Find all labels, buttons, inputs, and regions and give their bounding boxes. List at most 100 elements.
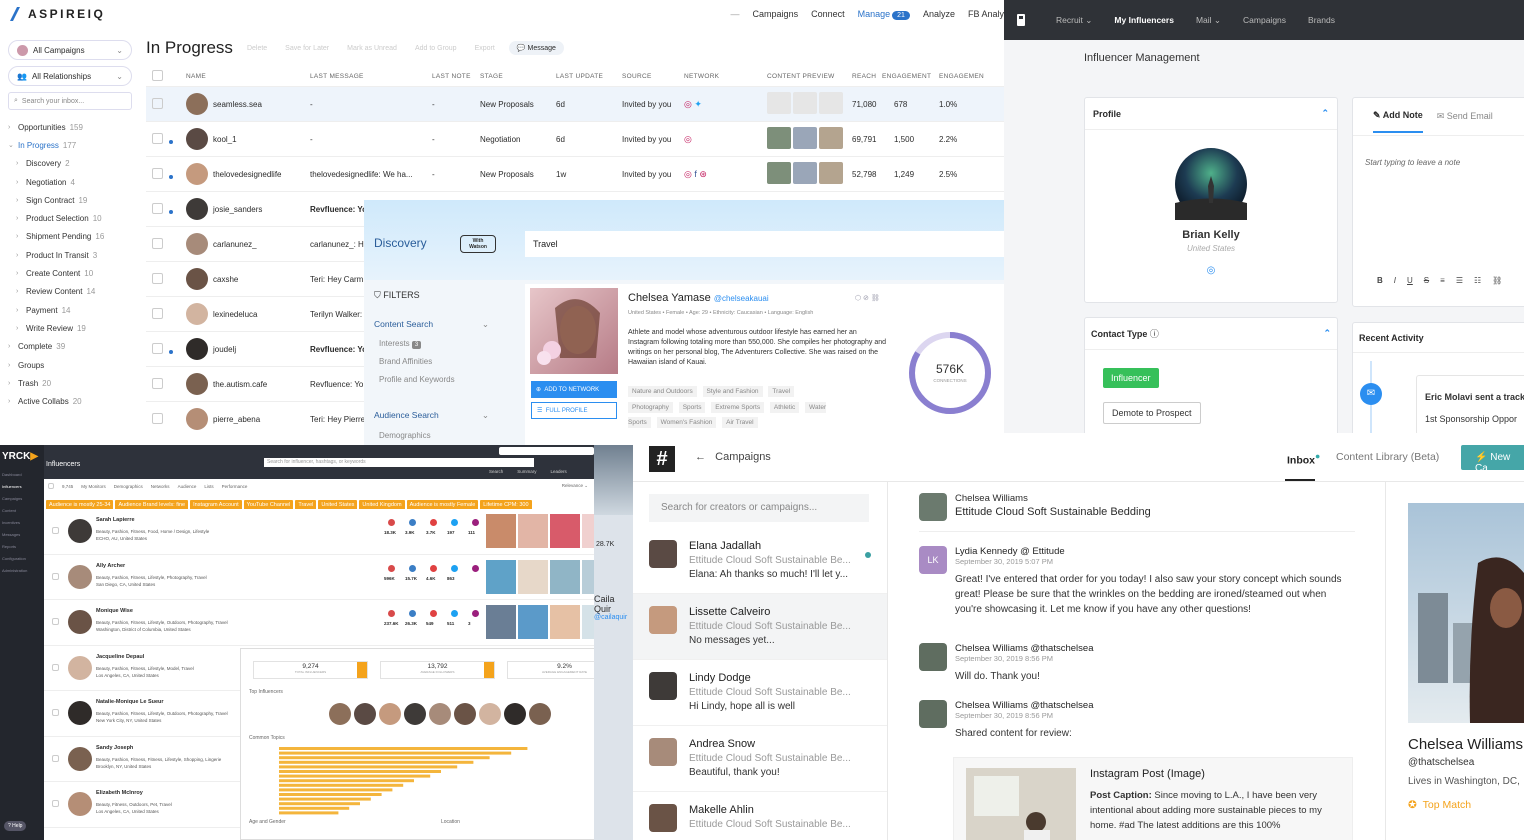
sidebar-item[interactable]: Messages [0, 532, 44, 544]
column-header[interactable]: LAST UPDATE [556, 73, 622, 80]
row-checkbox[interactable] [52, 572, 59, 580]
toolbar-action[interactable]: Export [475, 45, 495, 52]
column-header[interactable]: LAST NOTE [432, 73, 480, 80]
row-checkbox[interactable] [52, 709, 59, 716]
sidebar-item[interactable]: Reports [0, 544, 44, 556]
content-thumbnail[interactable] [550, 559, 580, 594]
tab-send-email[interactable]: ✉ Send Email [1437, 111, 1493, 122]
sidebar-item[interactable]: Administration [0, 568, 44, 580]
sidebar-item[interactable]: › Complete 39 [0, 338, 140, 356]
name-cell[interactable]: seamless.sea [186, 93, 310, 115]
activity-item[interactable]: Eric Molavi sent a track 1st Sponsorship … [1416, 375, 1524, 433]
network-icon[interactable] [472, 564, 479, 572]
network-icon[interactable] [388, 564, 395, 572]
view-tab[interactable]: Leaders [551, 469, 567, 474]
sidebar-item[interactable]: › Sign Contract 19 [0, 191, 140, 209]
interest-tag[interactable]: Athletic [769, 401, 800, 413]
relationship-dropdown[interactable]: 👥 All Relationships ⌄ [8, 66, 132, 86]
menu-networks[interactable]: Networks [151, 484, 170, 489]
row-checkbox[interactable] [152, 272, 163, 284]
add-to-network-button[interactable]: ⊕ ADD TO NETWORK [531, 381, 617, 398]
nav-analyze[interactable]: Analyze [923, 9, 955, 19]
preview-thumbnail[interactable] [767, 162, 791, 184]
row-checkbox[interactable] [152, 412, 163, 424]
aspireiq-logo[interactable]: ASPIREIQ [8, 6, 105, 22]
toolbar-action[interactable]: Add to Group [415, 45, 457, 52]
table-row[interactable]: seamless.sea - - New Proposals 6d Invited by … [146, 86, 1004, 121]
influencer-name[interactable]: Chelsea Yamase [628, 292, 711, 304]
relevance-sort[interactable]: Relevance ⌄ [562, 483, 588, 489]
sidebar-item[interactable]: › Active Collabs 20 [0, 392, 140, 410]
conversation-item[interactable]: Elana Jadallah Ettitude Cloud Soft Sustai… [633, 528, 887, 594]
toolbar-action[interactable]: Mark as Unread [347, 45, 397, 52]
influencer-result-card[interactable]: ⊕ ADD TO NETWORK ☰ FULL PROFILE Chelsea … [525, 284, 1004, 445]
interest-tag[interactable]: Sports [678, 401, 706, 413]
preview-thumbnail[interactable] [819, 92, 843, 114]
view-tab[interactable]: Summary [517, 469, 536, 474]
row-checkbox[interactable] [152, 167, 163, 179]
sidebar-item[interactable]: Configuration [0, 556, 44, 568]
bold-icon[interactable]: B [1377, 276, 1383, 285]
conversation-item[interactable]: Makelle Ahlin Ettitude Cloud Soft Sustain… [633, 792, 887, 840]
top-influencer-avatar[interactable] [379, 703, 401, 725]
sidebar-item[interactable]: › Payment 14 [0, 301, 140, 319]
influencer-name[interactable]: Sarah Lapierre [96, 517, 135, 523]
note-textarea[interactable]: Start typing to leave a note [1353, 136, 1524, 189]
sidebar-item[interactable]: › Negotiation 4 [0, 173, 140, 191]
sidebar-item[interactable]: Influencers [0, 484, 44, 496]
interest-tag[interactable]: Extreme Sports [711, 401, 765, 413]
table-row[interactable]: kool_1 - - Negotiation 6d Invited by you ◎ 69,7… [146, 121, 1004, 156]
name-cell[interactable]: the.autism.cafe [186, 373, 310, 395]
global-search[interactable] [499, 447, 594, 455]
preview-thumbnail[interactable] [793, 162, 817, 184]
campaign-dropdown[interactable]: All Campaigns ⌄ [8, 40, 132, 60]
network-icon[interactable] [451, 610, 458, 617]
strikethrough-icon[interactable]: S [1424, 276, 1429, 285]
sidebar-item[interactable]: Campaigns [0, 496, 44, 508]
message-button[interactable]: 💬 Message [508, 41, 564, 55]
preview-thumbnail[interactable] [819, 127, 843, 149]
influencer-row[interactable]: Ally Archer Beauty, Fashion, Fitness, Lif… [44, 554, 612, 600]
view-tab[interactable]: Search [489, 469, 503, 474]
menu-demographics[interactable]: Demographics [114, 484, 143, 489]
tab-inbox[interactable]: Inbox● [1287, 451, 1320, 467]
row-checkbox[interactable] [152, 377, 163, 389]
nav-brands[interactable]: Brands [1308, 15, 1335, 25]
network-icon[interactable] [409, 519, 416, 526]
preview-thumbnail[interactable] [767, 127, 791, 149]
top-influencer-avatar[interactable] [504, 703, 526, 725]
row-checkbox[interactable] [152, 237, 163, 249]
column-header[interactable]: ENGAGEMENT [882, 73, 939, 80]
row-checkbox[interactable] [52, 663, 59, 671]
preview-thumbnail[interactable] [767, 92, 791, 114]
content-thumbnail[interactable] [518, 605, 548, 639]
network-icon[interactable] [388, 519, 395, 526]
shared-content-card[interactable]: Instagram Post (Image) Post Caption: Sin… [953, 757, 1353, 840]
nav-connect[interactable]: Connect [811, 9, 845, 19]
content-search-toggle[interactable]: Content Search ⌄ [374, 319, 489, 330]
top-influencer-avatar[interactable] [454, 703, 476, 725]
action-icons[interactable]: ⬡ ⊘ ⛓ [855, 294, 880, 302]
tab-content-library[interactable]: Content Library (Beta) [1336, 451, 1439, 463]
filter-demographics[interactable]: Demographics [379, 431, 489, 440]
content-thumbnail[interactable] [518, 559, 548, 594]
row-checkbox[interactable] [152, 307, 163, 319]
content-thumbnail[interactable] [550, 605, 580, 639]
creator-search-input[interactable]: Search for creators or campaigns... [649, 494, 869, 522]
content-thumbnail[interactable] [550, 514, 580, 548]
column-header[interactable]: ENGAGEMEN [939, 73, 989, 80]
sidebar-item[interactable]: › Opportunities 159 [0, 118, 140, 136]
instagram-icon[interactable]: ◎ [684, 134, 692, 144]
demote-button[interactable]: Demote to Prospect [1103, 402, 1201, 424]
interest-tag[interactable]: Nature and Outdoors [628, 386, 697, 397]
name-cell[interactable]: kool_1 [186, 128, 310, 150]
audience-search-toggle[interactable]: Audience Search ⌄ [374, 410, 489, 421]
row-checkbox[interactable] [52, 527, 59, 534]
column-header[interactable]: REACH [852, 73, 882, 80]
row-checkbox[interactable] [152, 97, 163, 109]
network-icon[interactable] [430, 610, 437, 617]
content-thumbnail[interactable] [486, 514, 516, 548]
top-influencer-avatar[interactable] [354, 703, 376, 725]
conversation-item[interactable]: Andrea Snow Ettitude Cloud Soft Sustainab… [633, 726, 887, 792]
filter-profile-keywords[interactable]: Profile and Keywords [379, 375, 489, 384]
